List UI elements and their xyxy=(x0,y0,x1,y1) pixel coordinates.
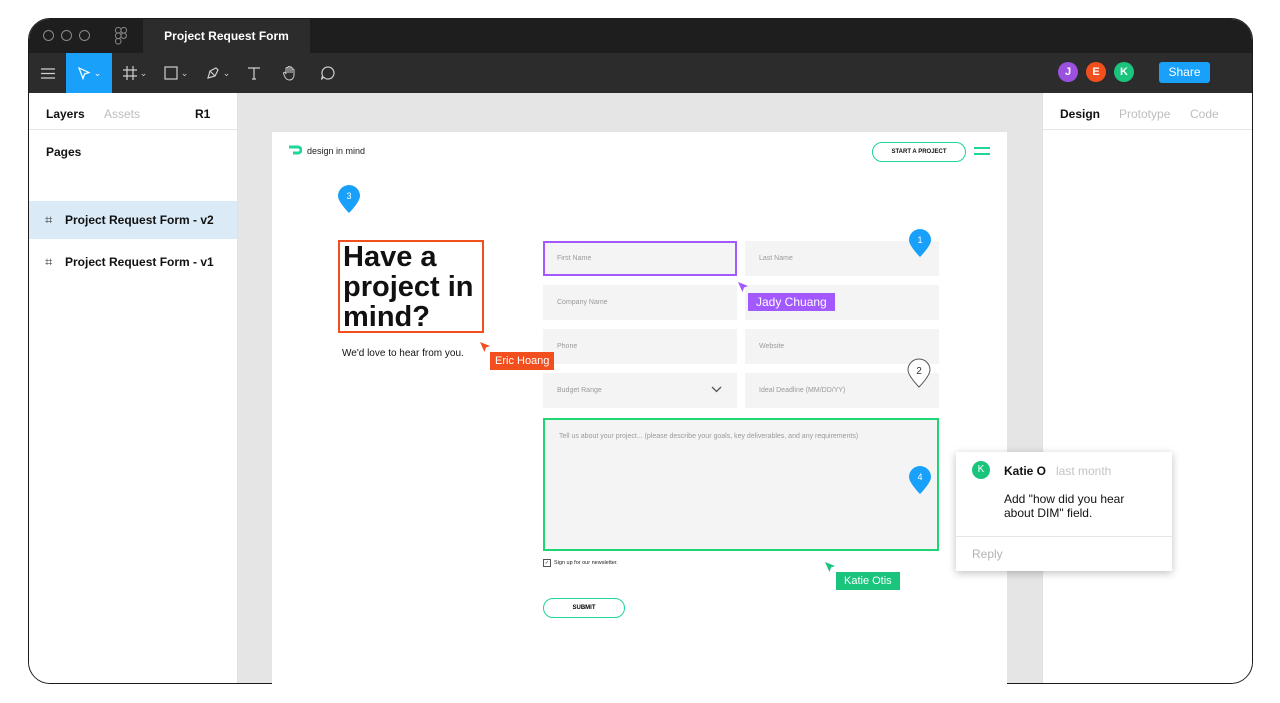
avatar-j[interactable]: J xyxy=(1058,62,1078,82)
comment-pin-2[interactable]: 2 xyxy=(907,358,931,388)
menu-icon xyxy=(41,67,55,79)
avatar-k[interactable]: K xyxy=(1114,62,1134,82)
pages-heading: Pages xyxy=(46,145,82,159)
headline-selection[interactable]: Have a project in mind? xyxy=(338,240,484,333)
newsletter-checkbox-row[interactable]: ✓ Sign up for our newsletter. xyxy=(543,559,618,567)
comment-avatar: K xyxy=(972,461,990,479)
minimize-window-button[interactable] xyxy=(61,30,72,41)
move-tool-button[interactable]: ⌄ xyxy=(66,53,112,93)
project-description-textarea[interactable]: Tell us about your project... (please de… xyxy=(543,418,939,551)
main-menu-button[interactable] xyxy=(37,53,59,93)
page-code-label[interactable]: R1 xyxy=(195,107,210,121)
page-item-label: Project Request Form - v1 xyxy=(65,255,214,269)
share-button[interactable]: Share xyxy=(1159,62,1210,83)
hand-icon xyxy=(283,66,295,81)
checkbox-checked-icon[interactable]: ✓ xyxy=(543,559,551,567)
newsletter-label: Sign up for our newsletter. xyxy=(554,560,618,566)
cursor-arrow-icon xyxy=(738,282,748,292)
tab-layers[interactable]: Layers xyxy=(46,107,85,121)
figma-logo-icon[interactable] xyxy=(115,27,127,45)
rectangle-icon xyxy=(164,66,178,80)
cursor-label-eric: Eric Hoang xyxy=(490,352,555,370)
page-item-label: Project Request Form - v2 xyxy=(65,213,214,227)
frame-icon: ⌗ xyxy=(45,254,53,269)
budget-range-select[interactable]: Budget Range xyxy=(543,373,737,408)
headline-subtitle: We'd love to hear from you. xyxy=(342,348,464,359)
left-panel-tabs: Layers Assets R1 xyxy=(29,93,237,130)
avatar-e[interactable]: E xyxy=(1086,62,1106,82)
pin-number: 2 xyxy=(916,366,922,377)
submit-button[interactable]: SUBMIT xyxy=(543,598,625,618)
comment-pin-3[interactable]: 3 xyxy=(337,184,361,214)
first-name-field[interactable]: First Name xyxy=(543,241,737,276)
chevron-down-icon: ⌄ xyxy=(180,67,189,78)
canvas-frame[interactable]: design in mind START A PROJECT Have a pr… xyxy=(272,132,1007,692)
comment-pin-1[interactable]: 1 xyxy=(908,228,932,258)
shape-tool-button[interactable]: ⌄ xyxy=(159,53,193,93)
maximize-window-button[interactable] xyxy=(79,30,90,41)
hand-tool-button[interactable] xyxy=(279,53,301,93)
tab-prototype[interactable]: Prototype xyxy=(1119,107,1170,121)
phone-field[interactable]: Phone xyxy=(543,329,737,364)
comment-icon xyxy=(320,66,335,80)
right-panel-tabs: Design Prototype Code xyxy=(1043,93,1252,130)
pen-tool-button[interactable]: ⌄ xyxy=(201,53,235,93)
comment-pin-4[interactable]: 4 xyxy=(908,465,932,495)
cursor-label-katie: Katie Otis xyxy=(836,572,900,590)
layers-panel: Layers Assets R1 Pages ⌗ Project Request… xyxy=(29,93,238,683)
tab-assets[interactable]: Assets xyxy=(104,107,140,121)
pin-number: 4 xyxy=(917,472,922,482)
close-window-button[interactable] xyxy=(43,30,54,41)
comment-timestamp: last month xyxy=(1056,464,1112,478)
text-tool-button[interactable] xyxy=(243,53,265,93)
document-tab[interactable]: Project Request Form xyxy=(143,19,310,53)
title-bar: Project Request Form xyxy=(29,19,1252,53)
page-headline: Have a project in mind? xyxy=(343,242,474,332)
frame-tool-button[interactable]: ⌄ xyxy=(118,53,152,93)
frame-icon xyxy=(122,66,137,80)
reply-input[interactable]: Reply xyxy=(972,547,1003,561)
pin-number: 1 xyxy=(917,235,922,245)
headline-line-3: mind? xyxy=(343,301,430,333)
pen-icon xyxy=(206,67,219,79)
chevron-down-icon: ⌄ xyxy=(93,67,102,78)
divider xyxy=(956,536,1172,537)
properties-panel: Design Prototype Code xyxy=(1042,93,1252,683)
start-project-button[interactable]: START A PROJECT xyxy=(872,142,966,162)
cursor-label-jady: Jady Chuang xyxy=(748,293,835,311)
headline-line-2: project in xyxy=(343,271,474,303)
tab-code[interactable]: Code xyxy=(1190,107,1219,121)
chevron-down-icon: ⌄ xyxy=(222,67,231,78)
budget-range-label: Budget Range xyxy=(557,387,602,394)
chevron-down-icon xyxy=(711,386,722,393)
chevron-down-icon: ⌄ xyxy=(139,67,148,78)
page-item-v2[interactable]: ⌗ Project Request Form - v2 xyxy=(29,201,237,239)
company-name-field[interactable]: Company Name xyxy=(543,285,737,320)
comment-author: Katie O xyxy=(1004,464,1047,478)
comment-thread[interactable]: K Katie O last month Add "how did you he… xyxy=(956,452,1172,571)
comment-tool-button[interactable] xyxy=(317,53,339,93)
move-icon xyxy=(77,66,91,80)
text-icon xyxy=(248,67,260,80)
frame-icon: ⌗ xyxy=(45,212,53,227)
brand-name: design in mind xyxy=(307,146,366,156)
cursor-arrow-icon xyxy=(825,562,835,572)
page-item-v1[interactable]: ⌗ Project Request Form - v1 xyxy=(29,243,237,281)
pin-number: 3 xyxy=(346,191,351,201)
hamburger-menu-icon[interactable] xyxy=(974,147,990,157)
tab-design[interactable]: Design xyxy=(1060,107,1100,121)
comment-body: Add "how did you hear about DIM" field. xyxy=(1004,492,1125,520)
headline-line-1: Have a xyxy=(343,241,437,273)
brand-logo[interactable]: design in mind xyxy=(288,145,365,157)
brand-logo-icon xyxy=(289,145,302,155)
